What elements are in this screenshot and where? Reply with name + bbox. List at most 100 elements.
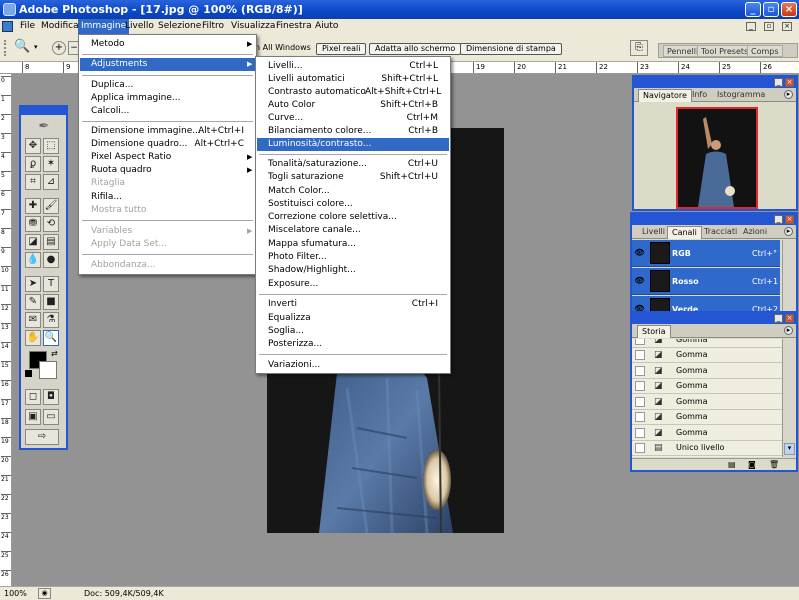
tool-preset-dropdown-icon[interactable]: ▾	[34, 43, 38, 51]
eraser-tool-icon[interactable]: ◪	[25, 234, 41, 250]
tab-navigatore[interactable]: Navigatore	[638, 89, 692, 102]
menu-item-metodo[interactable]: Metodo ▶	[80, 38, 255, 51]
menu-item-match-color[interactable]: Match Color...	[257, 185, 449, 198]
menu-filtro[interactable]: Filtro	[199, 19, 227, 34]
menu-item-adjustments[interactable]: Adjustments ▶	[80, 58, 255, 71]
channel-row-rosso[interactable]: 👁 Rosso Ctrl+1	[632, 268, 780, 295]
panel-menu-icon[interactable]: ▸	[784, 90, 793, 99]
well-tab-comps[interactable]: Comps	[747, 45, 783, 57]
channel-row-rgb[interactable]: 👁 RGB Ctrl+°	[632, 240, 780, 267]
history-source-checkbox[interactable]	[635, 397, 645, 407]
doc-restore-button[interactable]: ▫	[764, 22, 774, 31]
tab-canali[interactable]: Canali	[667, 226, 702, 239]
background-color-swatch[interactable]	[39, 361, 57, 379]
menu-item-miscelatore-canale[interactable]: Miscelatore canale...	[257, 224, 449, 237]
actual-pixels-button[interactable]: Pixel reali	[316, 43, 367, 55]
eye-icon[interactable]: 👁	[634, 276, 645, 285]
standard-mode-icon[interactable]: ◻	[25, 389, 41, 405]
close-button[interactable]: ×	[781, 2, 797, 17]
blur-tool-icon[interactable]: 💧	[25, 252, 41, 268]
swap-colors-icon[interactable]: ⇄	[51, 349, 58, 358]
move-tool-icon[interactable]: ✥	[25, 138, 41, 154]
print-size-button[interactable]: Dimensione di stampa	[460, 43, 562, 55]
navigator-titlebar[interactable]: _ ×	[634, 77, 796, 88]
zoom-tool-icon[interactable]: 🔍	[14, 40, 30, 54]
history-item[interactable]: ◪ Gomma	[632, 395, 782, 410]
menu-item-posterizza[interactable]: Posterizza...	[257, 338, 449, 351]
menu-file[interactable]: File	[17, 19, 38, 34]
history-source-checkbox[interactable]	[635, 412, 645, 422]
tab-istogramma[interactable]: Istogramma	[713, 89, 769, 102]
marquee-tool-icon[interactable]: ⬚	[43, 138, 59, 154]
panel-menu-icon[interactable]: ▸	[784, 227, 793, 236]
tab-storia[interactable]: Storia	[637, 325, 671, 338]
healing-brush-tool-icon[interactable]: ✚	[25, 198, 41, 214]
menu-item-ruota-quadro[interactable]: Ruota quadro ▶	[80, 164, 255, 177]
menu-item-applica-immagine[interactable]: Applica immagine...	[80, 92, 255, 105]
quick-mask-icon[interactable]: ◘	[43, 389, 59, 405]
panel-minimize-button[interactable]: _	[774, 215, 783, 224]
zoom-level[interactable]: 100%	[4, 587, 27, 600]
zoom-in-icon[interactable]: +	[52, 41, 66, 55]
menu-item-dimensione-immagine[interactable]: Dimensione immagine... Alt+Ctrl+I	[80, 125, 255, 138]
history-source-checkbox[interactable]	[635, 350, 645, 360]
history-item[interactable]: ▤ Unico livello	[632, 441, 782, 456]
history-brush-tool-icon[interactable]: ⟲	[43, 216, 59, 232]
panel-minimize-button[interactable]: _	[774, 314, 783, 323]
screen-mode-full-icon[interactable]: ▭	[43, 409, 59, 425]
panel-menu-icon[interactable]: ▸	[784, 326, 793, 335]
navigator-preview[interactable]	[676, 107, 758, 209]
menu-item-duplica[interactable]: Duplica...	[80, 79, 255, 92]
menu-item-luminosita-contrasto[interactable]: Luminosità/contrasto...	[257, 138, 449, 151]
tab-azioni[interactable]: Azioni	[739, 226, 771, 239]
history-item[interactable]: ◪ Gomma	[632, 339, 782, 348]
menu-item-sostituisci-colore[interactable]: Sostituisci colore...	[257, 198, 449, 211]
panel-close-button[interactable]: ×	[785, 78, 794, 87]
eyedropper-tool-icon[interactable]: ⚗	[43, 312, 59, 328]
default-colors-icon[interactable]	[25, 370, 32, 377]
tab-livelli[interactable]: Livelli	[638, 226, 669, 239]
path-selection-tool-icon[interactable]: ➤	[25, 276, 41, 292]
scroll-down-icon[interactable]: ▾	[784, 443, 795, 455]
hand-tool-icon[interactable]: ✋	[25, 330, 41, 346]
history-source-checkbox[interactable]	[635, 443, 645, 453]
doc-close-button[interactable]: ×	[782, 22, 792, 31]
menu-item-auto-color[interactable]: Auto Color Shift+Ctrl+B	[257, 99, 449, 112]
tab-info[interactable]: Info	[688, 89, 711, 102]
menu-livello[interactable]: Livello	[122, 19, 157, 34]
minimize-button[interactable]: _	[745, 2, 761, 17]
history-source-checkbox[interactable]	[635, 428, 645, 438]
menu-modifica[interactable]: Modifica	[38, 19, 82, 34]
pen-tool-icon[interactable]: ✎	[25, 294, 41, 310]
menu-item-contrasto-automatico[interactable]: Contrasto automatico Alt+Shift+Ctrl+L	[257, 86, 449, 99]
status-icon[interactable]: ◉	[38, 588, 51, 599]
menu-item-equalizza[interactable]: Equalizza	[257, 312, 449, 325]
menu-item-livelli[interactable]: Livelli... Ctrl+L	[257, 60, 449, 73]
slice-tool-icon[interactable]: ⊿	[43, 174, 59, 190]
menu-item-photo-filter[interactable]: Photo Filter...	[257, 251, 449, 264]
menu-aiuto[interactable]: Aiuto	[312, 19, 341, 34]
menu-item-pixel-aspect-ratio[interactable]: Pixel Aspect Ratio ▶	[80, 151, 255, 164]
menu-visualizza[interactable]: Visualizza	[228, 19, 278, 34]
panel-close-button[interactable]: ×	[785, 314, 794, 323]
lasso-tool-icon[interactable]: ϼ	[25, 156, 41, 172]
menu-item-livelli-automatici[interactable]: Livelli automatici Shift+Ctrl+L	[257, 73, 449, 86]
history-source-checkbox[interactable]	[635, 366, 645, 376]
notes-tool-icon[interactable]: ✉	[25, 312, 41, 328]
history-source-checkbox[interactable]	[635, 339, 645, 345]
history-source-checkbox[interactable]	[635, 381, 645, 391]
trash-icon[interactable]: 🗑	[769, 460, 779, 469]
menu-item-rifila[interactable]: Rifila...	[80, 191, 255, 204]
fit-on-screen-button[interactable]: Adatta allo schermo	[369, 43, 462, 55]
brush-tool-icon[interactable]: 🖌	[43, 198, 59, 214]
history-item[interactable]: ◪ Gomma	[632, 379, 782, 394]
menu-finestra[interactable]: Finestra	[273, 19, 315, 34]
channels-titlebar[interactable]: _ ×	[632, 214, 796, 225]
clone-stamp-tool-icon[interactable]: ⛃	[25, 216, 41, 232]
history-item[interactable]: ◪ Gomma	[632, 364, 782, 379]
gradient-tool-icon[interactable]: ▤	[43, 234, 59, 250]
eye-icon[interactable]: 👁	[634, 248, 645, 257]
toolbox-titlebar[interactable]	[21, 107, 66, 115]
panel-close-button[interactable]: ×	[785, 215, 794, 224]
channels-scrollbar[interactable]	[782, 240, 796, 314]
